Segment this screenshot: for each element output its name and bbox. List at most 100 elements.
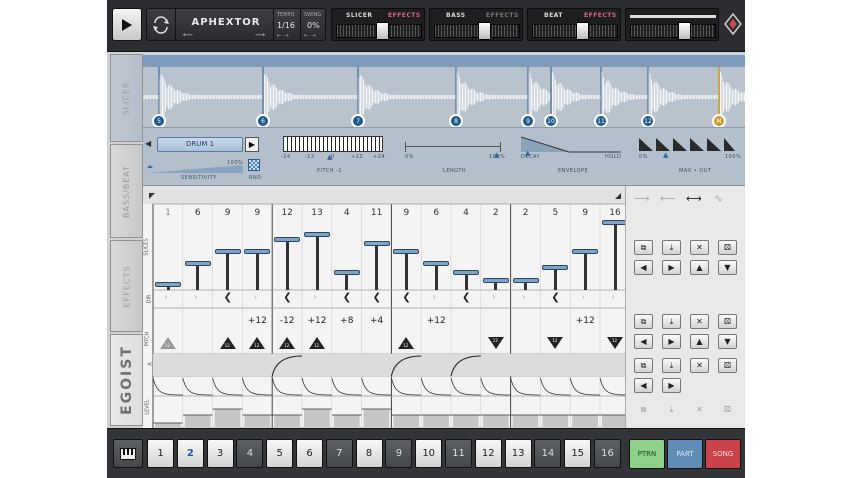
slice-slider-handle[interactable] (423, 261, 450, 267)
slice-slider[interactable] (583, 250, 587, 290)
clear-icon[interactable]: ✕ (690, 240, 709, 255)
slice-slider[interactable] (404, 250, 408, 290)
slice-marker[interactable]: 5 (152, 114, 166, 128)
up-icon[interactable]: ▲ (690, 334, 709, 349)
paste-icon[interactable]: ⤓ (662, 314, 681, 329)
slice-slider[interactable] (226, 250, 230, 290)
random-icon[interactable]: ⚄ (718, 240, 737, 255)
direction-toggle-icon[interactable]: ❮ (224, 292, 232, 303)
direction-toggle-icon[interactable]: › (194, 292, 198, 303)
swing-arrows-icon[interactable]: ⇠ ⇢ (304, 32, 316, 39)
pitch-value[interactable]: +12 (302, 316, 332, 326)
up-icon[interactable]: ▲ (690, 260, 709, 275)
pattern-button[interactable]: 13 (504, 439, 532, 468)
beat-fader-knob[interactable] (576, 22, 589, 40)
drum-next-button[interactable]: ▶ (245, 137, 259, 152)
play-button[interactable] (112, 8, 142, 41)
slice-marker[interactable]: 10 (544, 114, 558, 128)
slice-marker[interactable]: 9 (521, 114, 535, 128)
pattern-button[interactable]: 11 (445, 439, 472, 468)
pattern-button[interactable]: 1 (147, 439, 174, 468)
direction-toggle-icon[interactable]: ❮ (373, 292, 381, 303)
left-icon[interactable]: ◀ (634, 378, 653, 393)
swing-value[interactable]: 0% (307, 21, 320, 30)
length-slider[interactable] (405, 142, 501, 152)
slicer-panel-title[interactable]: SLICER (346, 12, 373, 19)
drum-prev-icon[interactable]: ◀ (145, 139, 151, 148)
pitch-value[interactable]: -12 (272, 316, 302, 326)
slicer-fader-knob[interactable] (376, 22, 389, 40)
copy-icon[interactable]: ⧉ (634, 402, 653, 417)
slice-slider[interactable] (613, 222, 617, 290)
slice-slider[interactable] (375, 242, 379, 290)
slice-marker[interactable]: 12 (641, 114, 655, 128)
direction-toggle-icon[interactable]: › (611, 292, 615, 303)
pitch-value[interactable]: +12 (242, 316, 272, 326)
random-icon[interactable]: ⚄ (718, 358, 737, 373)
song-mode-button[interactable]: SONG (705, 439, 741, 469)
tempo-value[interactable]: 1/16 (277, 21, 295, 30)
slice-slider-handle[interactable] (482, 277, 509, 283)
keyboard-icon[interactable] (113, 439, 143, 468)
pitch-value[interactable]: +12 (421, 316, 451, 326)
pitch-value[interactable]: +4 (362, 316, 392, 326)
song-prev-icon[interactable]: ⟵ (183, 31, 193, 39)
pattern-button[interactable]: 3 (206, 439, 234, 468)
direction-toggle-icon[interactable]: ❮ (283, 292, 291, 303)
slice-marker[interactable]: 11 (594, 114, 608, 128)
random-icon[interactable]: ⚄ (718, 314, 737, 329)
slice-slider-handle[interactable] (572, 248, 599, 254)
pattern-button[interactable]: 12 (474, 439, 502, 468)
slice-slider-handle[interactable] (393, 248, 420, 254)
length-pointer-icon[interactable]: ▲ (494, 151, 499, 159)
left-icon[interactable]: ◀ (634, 334, 653, 349)
slice-slider-handle[interactable] (244, 248, 271, 254)
direction-toggle-icon[interactable]: ❮ (343, 292, 351, 303)
direction-toggle-icon[interactable]: › (313, 292, 317, 303)
slice-slider[interactable] (315, 234, 319, 290)
direction-toggle-icon[interactable]: › (522, 292, 526, 303)
tab-effects[interactable]: EFFECTS (110, 240, 143, 332)
pattern-button[interactable]: 7 (325, 439, 353, 468)
pattern-button[interactable]: 9 (385, 439, 413, 468)
pattern-button[interactable]: 15 (564, 439, 592, 468)
beat-effects-label[interactable]: EFFECTS (584, 12, 617, 19)
envelope-graph[interactable] (520, 135, 621, 153)
bass-panel-title[interactable]: BASS (446, 12, 466, 19)
random-icon[interactable]: ⚄ (718, 402, 737, 417)
slice-marker[interactable]: 8 (449, 114, 463, 128)
drum-selector[interactable]: DRUM 1 (157, 137, 243, 152)
slice-slider[interactable] (285, 238, 289, 290)
copy-icon[interactable]: ⧉ (634, 240, 653, 255)
pattern-button[interactable]: 14 (534, 439, 562, 468)
tempo-arrows-icon[interactable]: ⇠ ⇢ (277, 32, 289, 39)
pattern-button[interactable]: 16 (594, 439, 621, 468)
pitch-keyboard[interactable] (283, 136, 383, 152)
paste-icon[interactable]: ⤓ (662, 402, 681, 417)
paste-icon[interactable]: ⤓ (662, 358, 681, 373)
slice-slider[interactable] (196, 263, 200, 290)
tab-bass-beat[interactable]: BASS/BEAT (110, 144, 143, 238)
menu-diamond-icon[interactable] (724, 12, 742, 36)
direction-toggle-icon[interactable]: ❮ (551, 292, 559, 303)
slice-slider-handle[interactable] (453, 269, 479, 275)
beat-panel-title[interactable]: BEAT (544, 12, 563, 19)
song-name[interactable]: APHEXTOR (181, 17, 271, 28)
left-icon[interactable]: ◀ (634, 260, 653, 275)
slicer-effects-label[interactable]: EFFECTS (388, 12, 421, 19)
direction-toggle-icon[interactable]: › (432, 292, 436, 303)
right-icon[interactable]: ▶ (662, 260, 681, 275)
pitch-pointer-icon[interactable]: ▲ (327, 153, 332, 161)
direction-toggle-icon[interactable]: › (581, 292, 585, 303)
clear-icon[interactable]: ✕ (690, 402, 709, 417)
pitch-value[interactable]: +12 (570, 316, 600, 326)
envelope-pointer-icon[interactable]: ▲ (525, 149, 530, 157)
slice-slider-handle[interactable] (184, 261, 211, 267)
bass-mix-fader[interactable] (434, 24, 520, 38)
slice-slider-handle[interactable] (304, 232, 330, 238)
paste-icon[interactable]: ⤓ (662, 240, 681, 255)
slice-slider[interactable] (553, 267, 557, 290)
beat-mix-fader[interactable] (532, 24, 618, 38)
slice-slider[interactable] (434, 263, 438, 290)
pattern-button[interactable]: 2 (176, 439, 204, 468)
